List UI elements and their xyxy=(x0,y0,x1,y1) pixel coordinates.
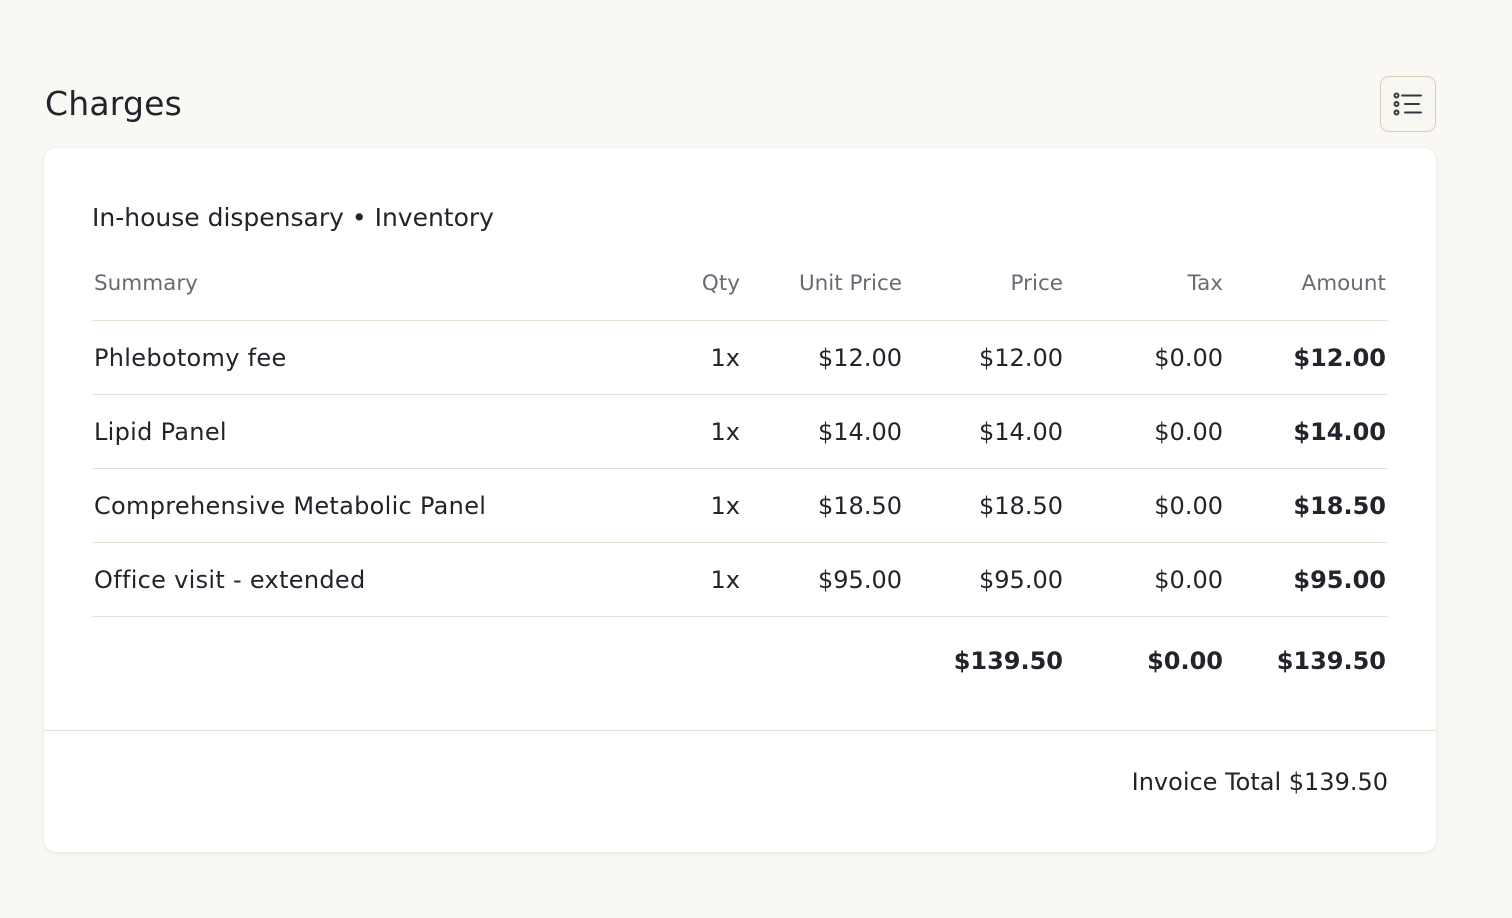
total-tax: $0.00 xyxy=(1147,647,1223,675)
row-unit-price: $18.50 xyxy=(742,468,904,543)
row-qty: 1x xyxy=(672,394,742,469)
row-unit-price: $95.00 xyxy=(742,542,904,617)
table-row[interactable]: Phlebotomy fee 1x $12.00 $12.00 $0.00 $1… xyxy=(92,320,1388,395)
charges-table: Summary Qty Unit Price Price Tax Amount … xyxy=(92,246,1388,705)
column-header-price[interactable]: Price xyxy=(904,246,1065,321)
table-row[interactable]: Lipid Panel 1x $14.00 $14.00 $0.00 $14.0… xyxy=(92,394,1388,469)
total-amount: $139.50 xyxy=(1276,647,1386,675)
row-qty: 1x xyxy=(672,542,742,617)
row-tax: $0.00 xyxy=(1065,394,1225,469)
row-amount: $12.00 xyxy=(1225,320,1388,395)
filter-list-button[interactable] xyxy=(1380,76,1436,132)
row-amount: $14.00 xyxy=(1225,394,1388,469)
row-amount: $18.50 xyxy=(1225,468,1388,543)
row-summary: Phlebotomy fee xyxy=(92,320,672,395)
table-row[interactable]: Office visit - extended 1x $95.00 $95.00… xyxy=(92,542,1388,617)
row-tax: $0.00 xyxy=(1065,542,1225,617)
section-title: In-house dispensary • Inventory xyxy=(92,203,494,232)
card-divider xyxy=(44,730,1436,731)
row-amount: $95.00 xyxy=(1225,542,1388,617)
table-row[interactable]: Comprehensive Metabolic Panel 1x $18.50 … xyxy=(92,468,1388,543)
charges-card: In-house dispensary • Inventory Summary … xyxy=(44,148,1436,852)
table-header-row: Summary Qty Unit Price Price Tax Amount xyxy=(92,246,1388,321)
row-price: $95.00 xyxy=(904,542,1065,617)
row-tax: $0.00 xyxy=(1065,468,1225,543)
row-summary: Office visit - extended xyxy=(92,542,672,617)
invoice-total: Invoice Total $139.50 xyxy=(1131,768,1388,796)
row-price: $18.50 xyxy=(904,468,1065,543)
row-unit-price: $14.00 xyxy=(742,394,904,469)
column-header-unit-price[interactable]: Unit Price xyxy=(742,246,904,321)
row-price: $14.00 xyxy=(904,394,1065,469)
total-price: $139.50 xyxy=(953,647,1063,675)
page-title: Charges xyxy=(45,84,183,123)
row-summary: Comprehensive Metabolic Panel xyxy=(92,468,672,543)
column-header-summary[interactable]: Summary xyxy=(92,246,672,321)
totals-row: $139.50 $0.00 $139.50 xyxy=(92,617,1388,706)
column-header-tax[interactable]: Tax xyxy=(1065,246,1225,321)
column-header-qty[interactable]: Qty xyxy=(672,246,742,321)
row-unit-price: $12.00 xyxy=(742,320,904,395)
list-filter-icon xyxy=(1393,92,1422,116)
column-header-amount[interactable]: Amount xyxy=(1225,246,1388,321)
row-price: $12.00 xyxy=(904,320,1065,395)
row-qty: 1x xyxy=(672,320,742,395)
row-tax: $0.00 xyxy=(1065,320,1225,395)
row-qty: 1x xyxy=(672,468,742,543)
row-summary: Lipid Panel xyxy=(92,394,672,469)
